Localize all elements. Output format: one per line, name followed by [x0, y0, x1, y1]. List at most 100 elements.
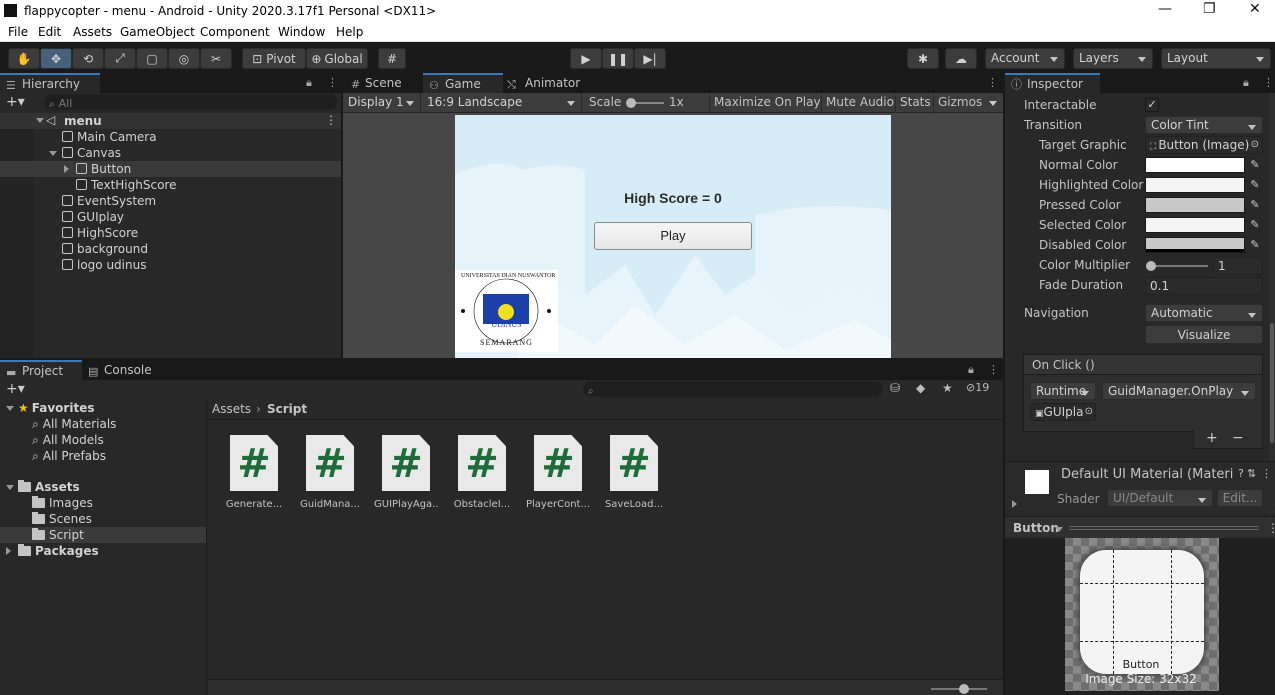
assets-folder[interactable]: Assets — [18, 479, 80, 495]
cloud-icon[interactable]: ☁ — [945, 48, 977, 69]
collapse-icon[interactable] — [64, 165, 69, 173]
eyedropper-icon[interactable]: ✎ — [1247, 237, 1263, 253]
eyedropper-icon[interactable]: ✎ — [1247, 217, 1263, 233]
account-dropdown[interactable]: Account — [985, 48, 1065, 69]
menu-edit[interactable]: Edit — [38, 25, 61, 39]
remove-listener-button[interactable]: − — [1232, 430, 1244, 446]
layout-dropdown[interactable]: Layout — [1161, 48, 1271, 69]
tree-item-canvas[interactable]: Canvas — [62, 145, 121, 161]
step-button[interactable]: ▶| — [634, 48, 666, 69]
scrollbar-thumb[interactable] — [1270, 323, 1274, 443]
normal-color-swatch[interactable] — [1145, 157, 1245, 173]
breadcrumb-script[interactable]: Script — [267, 402, 307, 416]
script-asset[interactable]: # GUIPlayAga... — [374, 435, 438, 510]
display-dropdown[interactable]: Display 1 — [343, 93, 421, 112]
object-picker-icon[interactable]: ⊙ — [1085, 404, 1093, 420]
filter-label-icon[interactable]: ◆ — [916, 381, 925, 395]
fade-duration-input[interactable]: 0.1 — [1145, 277, 1263, 295]
favorites-header[interactable]: ★ Favorites — [18, 400, 94, 416]
lock-icon[interactable]: 🔒︎ — [306, 76, 312, 90]
play-button[interactable]: ▶ — [570, 48, 602, 69]
menu-component[interactable]: Component — [200, 25, 270, 39]
expand-icon[interactable] — [49, 151, 57, 156]
tree-item-highscore[interactable]: HighScore — [62, 225, 138, 241]
folder-script[interactable]: Script — [32, 527, 84, 543]
folder-scenes[interactable]: Scenes — [32, 511, 92, 527]
runtime-dropdown[interactable]: Runtime — [1030, 382, 1096, 400]
preview-drag-handle[interactable] — [1069, 526, 1259, 530]
pressed-color-swatch[interactable] — [1145, 197, 1245, 213]
project-search-input[interactable]: ⌕ — [583, 381, 883, 397]
more-icon[interactable]: ⋮ — [1261, 467, 1272, 480]
tree-item-guiplay[interactable]: GUIplay — [62, 209, 124, 225]
lock-icon[interactable]: 🔒︎ — [968, 363, 974, 377]
tree-item-background[interactable]: background — [62, 241, 148, 257]
custom-tool-button[interactable]: ✂ — [200, 48, 232, 69]
gizmos-toggle[interactable]: Gizmos — [933, 95, 982, 113]
stats-toggle[interactable]: Stats — [895, 95, 931, 113]
eyedropper-icon[interactable]: ✎ — [1247, 177, 1263, 193]
target-graphic-field[interactable]: ⛶ Button (Image) ⊙ — [1145, 136, 1263, 154]
mute-audio-toggle[interactable]: Mute Audio — [821, 95, 894, 113]
script-asset[interactable]: # Generate... — [222, 435, 286, 510]
grid-snap-button[interactable]: # — [378, 48, 406, 69]
move-tool-button[interactable]: ✥ — [40, 48, 72, 69]
shader-dropdown[interactable]: UI/Default — [1107, 489, 1213, 507]
menu-assets[interactable]: Assets — [73, 25, 112, 39]
scale-slider[interactable] — [626, 98, 664, 108]
play-game-button[interactable]: Play — [594, 222, 752, 250]
breadcrumb-assets[interactable]: Assets — [212, 402, 251, 416]
menu-window[interactable]: Window — [278, 25, 325, 39]
pivot-toggle[interactable]: ⊡ Pivot — [242, 48, 306, 69]
hidden-packages-icon[interactable]: ⊘19 — [966, 381, 989, 394]
icon-size-slider[interactable] — [931, 684, 987, 694]
navigation-dropdown[interactable]: Automatic — [1145, 304, 1263, 322]
expand-icon[interactable] — [6, 406, 14, 411]
hierarchy-search-input[interactable]: ⌕ All — [44, 94, 338, 110]
global-toggle[interactable]: ⊕ Global — [306, 48, 368, 69]
favorite-all-prefabs[interactable]: ⌕ All Prefabs — [32, 448, 106, 464]
scene-row[interactable]: ◁ menu ⋮ — [0, 113, 341, 129]
selected-color-swatch[interactable] — [1145, 217, 1245, 233]
help-icon[interactable]: ? — [1238, 467, 1244, 480]
close-button[interactable]: ✕ — [1249, 1, 1261, 17]
restore-button[interactable]: ❐ — [1203, 1, 1216, 17]
eyedropper-icon[interactable]: ✎ — [1247, 197, 1263, 213]
color-multiplier-slider[interactable] — [1146, 261, 1208, 271]
menu-help[interactable]: Help — [336, 25, 363, 39]
more-icon[interactable]: ⋮ — [988, 363, 999, 376]
slider-thumb[interactable] — [1146, 261, 1156, 271]
maximize-on-play-toggle[interactable]: Maximize On Play — [709, 95, 821, 113]
icon-size-slider-thumb[interactable] — [959, 684, 969, 694]
transition-dropdown[interactable]: Color Tint — [1145, 116, 1263, 134]
favorite-all-materials[interactable]: ⌕ All Materials — [32, 416, 116, 432]
expand-icon[interactable] — [1012, 500, 1017, 508]
interactable-checkbox[interactable]: ✓ — [1145, 98, 1159, 112]
minimize-button[interactable]: — — [1158, 1, 1172, 17]
aspect-dropdown[interactable]: 16:9 Landscape — [422, 93, 582, 112]
scale-slider-thumb[interactable] — [626, 98, 636, 108]
more-icon[interactable]: ⋮ — [327, 76, 338, 89]
rect-tool-button[interactable]: ▢ — [136, 48, 168, 69]
scale-tool-button[interactable]: ⤢ — [104, 48, 136, 69]
script-asset[interactable]: # PlayerCont... — [526, 435, 590, 510]
favorite-all-models[interactable]: ⌕ All Models — [32, 432, 104, 448]
inspector-scrollbar[interactable] — [1269, 93, 1275, 513]
lock-icon[interactable]: 🔒︎ — [1243, 76, 1249, 90]
packages-folder[interactable]: Packages — [18, 543, 99, 559]
script-asset[interactable]: # SaveLoad... — [602, 435, 666, 510]
filter-type-icon[interactable]: ⛁ — [890, 381, 900, 395]
project-add-button[interactable]: +▾ — [6, 381, 25, 397]
script-asset[interactable]: # ObstacleI... — [450, 435, 514, 510]
tab-inspector[interactable]: ⓘ Inspector — [1005, 73, 1100, 93]
eyedropper-icon[interactable]: ✎ — [1247, 157, 1263, 173]
highlighted-color-swatch[interactable] — [1145, 177, 1245, 193]
folder-images[interactable]: Images — [32, 495, 93, 511]
expand-icon[interactable] — [6, 485, 14, 490]
collab-icon[interactable]: ✱ — [907, 48, 939, 69]
tab-console[interactable]: ▤ Console — [82, 360, 172, 380]
game-canvas[interactable]: High Score = 0 Play UNIVERSITAS DIAN NUS… — [455, 115, 891, 358]
shader-edit-button[interactable]: Edit... — [1217, 489, 1263, 507]
more-icon[interactable]: ⋮ — [1267, 521, 1275, 535]
favorite-star-icon[interactable]: ★ — [942, 381, 953, 395]
